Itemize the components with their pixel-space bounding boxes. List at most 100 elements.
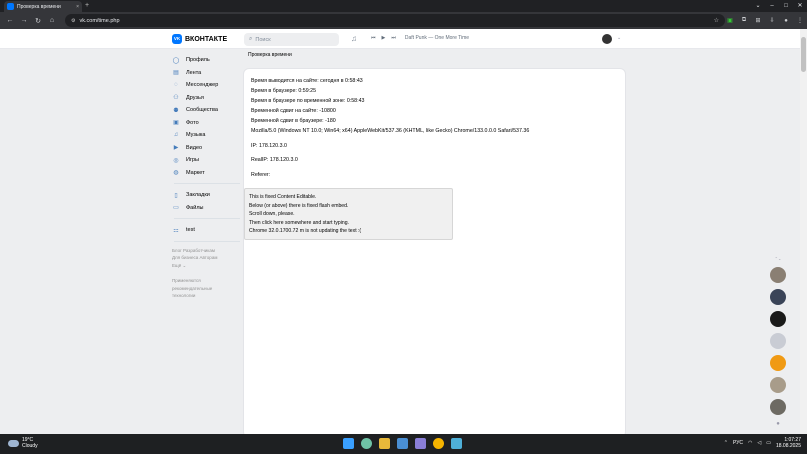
page-scrollbar[interactable] [800,29,807,434]
video-icon: ▶ [173,145,179,152]
sidebar-item-feed[interactable]: ▤ Лента [172,67,244,80]
sidebar-item-friends[interactable]: ⚇ Друзья [172,92,244,105]
new-tab-button[interactable]: + [85,2,89,9]
editable-line: This is fixed Content Editable. [249,194,317,200]
sidebar-item-files[interactable]: ▭ Файлы [172,202,244,215]
recommendation-note[interactable]: технологии [172,292,244,300]
download-icon[interactable]: ⇩ [765,17,779,24]
sidebar-item-communities[interactable]: ⚉ Сообщества [172,104,244,117]
volume-icon[interactable]: ◁ [757,440,761,446]
battery-icon[interactable]: ▭ [766,440,771,446]
footer-links-row[interactable]: Блог Разработчикам [172,247,244,255]
wifi-icon[interactable]: ◠ [748,440,752,446]
bookmark-icon: ▯ [174,192,178,199]
sidebar-item-video[interactable]: ▶ Видео [172,142,244,155]
reload-icon[interactable]: ↻ [31,17,45,25]
maximize-button[interactable]: □ [779,0,793,12]
sidebar-item-app-test[interactable]: ⚏ test [172,224,244,237]
notifications-bell-icon[interactable]: ♫ [351,34,357,43]
yandex-browser-icon[interactable] [433,438,444,449]
weather-widget[interactable]: 19°C Cloudy [8,437,38,449]
chat-avatar[interactable] [770,333,786,349]
search-input[interactable]: ⌕ Поиск [244,33,339,46]
sidebar-item-label: Игры [186,157,199,164]
file-explorer-icon[interactable] [379,438,390,449]
footer-links-row[interactable]: Для бизнеса Авторам [172,254,244,262]
chat-avatar[interactable] [770,289,786,305]
chatgpt-app-icon[interactable] [361,438,372,449]
user-avatar[interactable] [602,34,612,44]
user-agent-text: Mozilla/5.0 (Windows NT 10.0; Win64; x64… [251,128,530,134]
recommendation-note[interactable]: рекомендательные [172,285,244,293]
site-info-icon[interactable]: ⚙ [71,18,75,24]
close-window-button[interactable]: ✕ [793,0,807,12]
user-icon: ◯ [172,57,180,64]
friends-icon: ⚇ [173,95,179,102]
minimize-button[interactable]: – [765,0,779,12]
sidebar-item-profile[interactable]: ◯ Профиль [172,54,244,67]
chat-avatar[interactable] [770,355,786,371]
back-icon[interactable]: ← [3,17,17,24]
app-icon: ⚏ [173,227,179,234]
content-editable-box[interactable]: This is fixed Content Editable. Below (o… [244,188,453,240]
recommendation-note[interactable]: Применяются [172,277,244,285]
browser-tab[interactable]: Проверка времени × [4,1,82,12]
chat-avatar[interactable] [770,311,786,327]
next-track-icon[interactable]: ⏭ [391,35,396,41]
sidebar-item-label: Фото [186,119,199,126]
chat-bar-toggle[interactable]: ⌃⌄ [768,256,788,261]
market-icon: ◍ [173,170,179,177]
window-controls: ⌄ – □ ✕ [751,0,807,12]
sidebar-item-games[interactable]: ◎ Игры [172,154,244,167]
sidebar-item-bookmarks[interactable]: ▯ Закладки [172,189,244,202]
sidebar-item-messenger[interactable]: ◌ Мессенджер [172,79,244,92]
tab-close-button[interactable]: × [76,4,79,10]
language-indicator[interactable]: РУС [733,440,743,446]
browser-toolbar: ← → ↻ ⌂ ⚙ vk.com/time.php ☆ ▣ ⧉ ⊞ ⇩ ● ⋮ [0,12,807,29]
play-icon[interactable]: ▶ [382,35,386,41]
vk-logo-text: ВКОНТАКТЕ [185,35,228,43]
chat-avatar[interactable] [770,399,786,415]
chevron-down-icon[interactable]: ⌄ [617,35,621,41]
time-line: Временной сдвиг в браузере: -180 [251,118,336,124]
extension-icon[interactable]: ▣ [723,17,737,24]
extensions-puzzle-icon[interactable]: ⊞ [751,17,765,24]
address-bar[interactable]: ⚙ vk.com/time.php ☆ [65,14,725,27]
clock[interactable]: 1:07:27 18.08.2025 [776,437,801,449]
current-track[interactable]: Daft Punk — One More Time [405,35,469,41]
scrollbar-thumb[interactable] [801,37,806,72]
tab-search-button[interactable]: ⌄ [751,0,765,12]
bookmark-star-icon[interactable]: ☆ [714,17,719,24]
system-tray: ⌃ РУС ◠ ◁ ▭ 1:07:27 18.08.2025 [724,437,801,449]
chevron-up-icon[interactable]: ⌃ [724,440,728,446]
sidebar-divider [174,218,240,219]
editable-line: Scroll down, please. [249,211,295,218]
screenshot-icon[interactable]: ⧉ [737,17,751,24]
profile-avatar-icon[interactable]: ● [779,18,793,24]
music-icon: ♫ [173,131,179,138]
browser-menu-icon[interactable]: ⋮ [793,17,807,24]
sidebar-item-music[interactable]: ♫ Музыка [172,129,244,142]
vk-logo[interactable]: VK ВКОНТАКТЕ [172,34,227,44]
sidebar-item-label: Музыка [186,132,206,139]
photo-icon: ▣ [173,120,179,127]
sidebar-item-label: Файлы [186,204,204,211]
chat-bubble-icon[interactable]: ● [768,421,788,427]
previous-track-icon[interactable]: ⏮ [371,35,376,41]
sidebar-footer-links: Блог Разработчикам Для бизнеса Авторам Е… [172,247,244,300]
app-icon[interactable] [451,438,462,449]
footer-more-link[interactable]: Ещё ⌄ [172,262,244,270]
sidebar-item-market[interactable]: ◍ Маркет [172,167,244,180]
chat-avatar[interactable] [770,267,786,283]
tab-title: Проверка времени [17,3,61,10]
forward-icon[interactable]: → [17,17,31,24]
sidebar-item-label: Закладки [186,192,210,199]
chat-avatar[interactable] [770,377,786,393]
sidebar-divider [174,240,240,242]
app-icon[interactable] [415,438,426,449]
start-menu-icon[interactable] [343,438,354,449]
home-icon[interactable]: ⌂ [45,17,59,24]
extensions-area: ▣ ⧉ ⊞ ⇩ ● ⋮ [723,14,807,27]
sidebar-item-photos[interactable]: ▣ Фото [172,117,244,130]
app-icon[interactable] [397,438,408,449]
